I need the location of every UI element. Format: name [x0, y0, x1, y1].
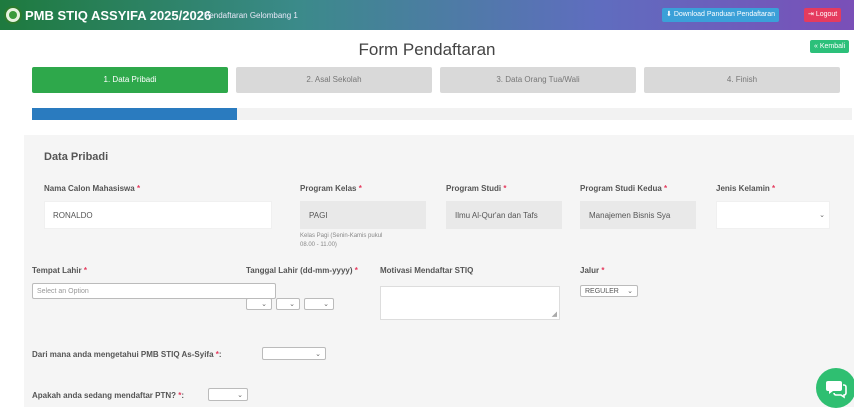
jenis-kelamin-label: Jenis Kelamin * [716, 184, 775, 193]
chat-icon [826, 381, 847, 399]
tempat-lahir-label: Tempat Lahir * [32, 266, 87, 275]
chevron-down-icon: ⌄ [237, 391, 243, 399]
section-title: Data Pribadi [44, 151, 109, 163]
chevron-down-icon: ⌄ [289, 301, 295, 308]
step-finish[interactable]: 4. Finish [644, 67, 840, 93]
page-title: Form Pendaftaran [358, 40, 496, 59]
chevron-down-icon: ⌄ [261, 301, 267, 308]
back-button[interactable]: « Kembali [810, 40, 850, 53]
ptn-label-text: Apakah anda sedang mendaftar PTN? [32, 391, 177, 400]
ptn-label: Apakah anda sedang mendaftar PTN? *: [32, 391, 185, 400]
logo-icon [4, 6, 22, 24]
motivasi-textarea[interactable]: ◢ [380, 286, 560, 320]
download-icon: ⬇ [666, 11, 674, 18]
sumber-info-select[interactable]: ⌄ [262, 347, 326, 360]
top-navbar: PMB STIQ ASSYIFA 2025/2026 Pendaftaran G… [0, 0, 854, 30]
chevron-down-icon: ⌄ [819, 212, 825, 219]
app-title: PMB STIQ ASSYIFA 2025/2026 [25, 8, 212, 23]
program-studi-kedua-label-text: Program Studi Kedua [580, 184, 662, 193]
logout-button[interactable]: ⇥ Logout [804, 8, 842, 22]
chevron-down-icon: ⌄ [315, 350, 321, 358]
chat-button[interactable] [816, 368, 854, 408]
nama-label-text: Nama Calon Mahasiswa [44, 184, 135, 193]
required-mark: * [136, 184, 141, 193]
ptn-select[interactable]: ⌄ [208, 388, 248, 401]
tempat-lahir-select[interactable]: Select an Option [32, 283, 276, 299]
sumber-info-label: Dari mana anda mengetahui PMB STIQ As-Sy… [32, 350, 222, 359]
step-asal-sekolah[interactable]: 2. Asal Sekolah [236, 67, 432, 93]
download-guide-button[interactable]: ⬇ Download Panduan Pendaftaran [662, 8, 780, 22]
tempat-lahir-label-text: Tempat Lahir [32, 266, 82, 275]
program-studi-label-text: Program Studi [446, 184, 502, 193]
app-subtitle: Pendaftaran Gelombang 1 [204, 11, 298, 20]
required-mark: * [83, 266, 87, 275]
progress-bar [32, 108, 852, 120]
chevron-down-icon: ⌄ [627, 288, 633, 295]
logout-label: Logout [815, 11, 838, 18]
chevron-down-icon: ⌄ [323, 301, 329, 308]
nama-input[interactable]: RONALDO [44, 201, 272, 229]
progress-fill [32, 108, 237, 120]
tanggal-lahir-label: Tanggal Lahir (dd-mm-yyyy) * [246, 266, 368, 276]
required-mark: * [772, 184, 776, 193]
jalur-value: REGULER [585, 287, 619, 295]
required-mark: * [178, 391, 182, 400]
jenis-kelamin-select[interactable]: ⌄ [716, 201, 830, 229]
program-kelas-label: Program Kelas * [300, 184, 362, 193]
required-mark: * [215, 350, 219, 359]
required-mark: * [503, 184, 507, 193]
tanggal-lahir-label-text: Tanggal Lahir (dd-mm-yyyy) [246, 266, 353, 275]
program-studi-label: Program Studi * [446, 184, 506, 193]
step-data-orang-tua[interactable]: 3. Data Orang Tua/Wali [440, 67, 636, 93]
program-studi-kedua-field: Manajemen Bisnis Sya [580, 201, 696, 229]
resize-handle-icon[interactable]: ◢ [552, 310, 557, 318]
program-kelas-field: PAGI [300, 201, 426, 229]
jalur-label-text: Jalur [580, 266, 600, 275]
tanggal-year-select[interactable]: ⌄ [304, 298, 334, 310]
tempat-lahir-placeholder: Select an Option [37, 287, 89, 295]
tanggal-day-select[interactable]: ⌄ [246, 298, 272, 310]
tanggal-month-select[interactable]: ⌄ [276, 298, 300, 310]
nama-label: Nama Calon Mahasiswa * [44, 184, 140, 193]
program-studi-field: Ilmu Al-Qur'an dan Tafs [446, 201, 562, 229]
motivasi-label: Motivasi Mendaftar STIQ [380, 266, 474, 275]
jalur-select[interactable]: REGULER ⌄ [580, 285, 638, 297]
required-mark: * [354, 266, 358, 275]
required-mark: * [358, 184, 362, 193]
required-mark: * [664, 184, 668, 193]
program-kelas-label-text: Program Kelas [300, 184, 357, 193]
sumber-info-label-text: Dari mana anda mengetahui PMB STIQ As-Sy… [32, 350, 214, 359]
jalur-label: Jalur * [580, 266, 604, 275]
required-mark: * [601, 266, 605, 275]
program-kelas-hint: Kelas Pagi (Senin-Kamis pukul 08.00 - 11… [300, 233, 383, 248]
jenis-kelamin-label-text: Jenis Kelamin [716, 184, 770, 193]
download-guide-label: Download Panduan Pendaftaran [673, 11, 776, 18]
program-studi-kedua-label: Program Studi Kedua * [580, 184, 667, 193]
step-data-pribadi[interactable]: 1. Data Pribadi [32, 67, 228, 93]
logout-icon: ⇥ [808, 11, 816, 18]
